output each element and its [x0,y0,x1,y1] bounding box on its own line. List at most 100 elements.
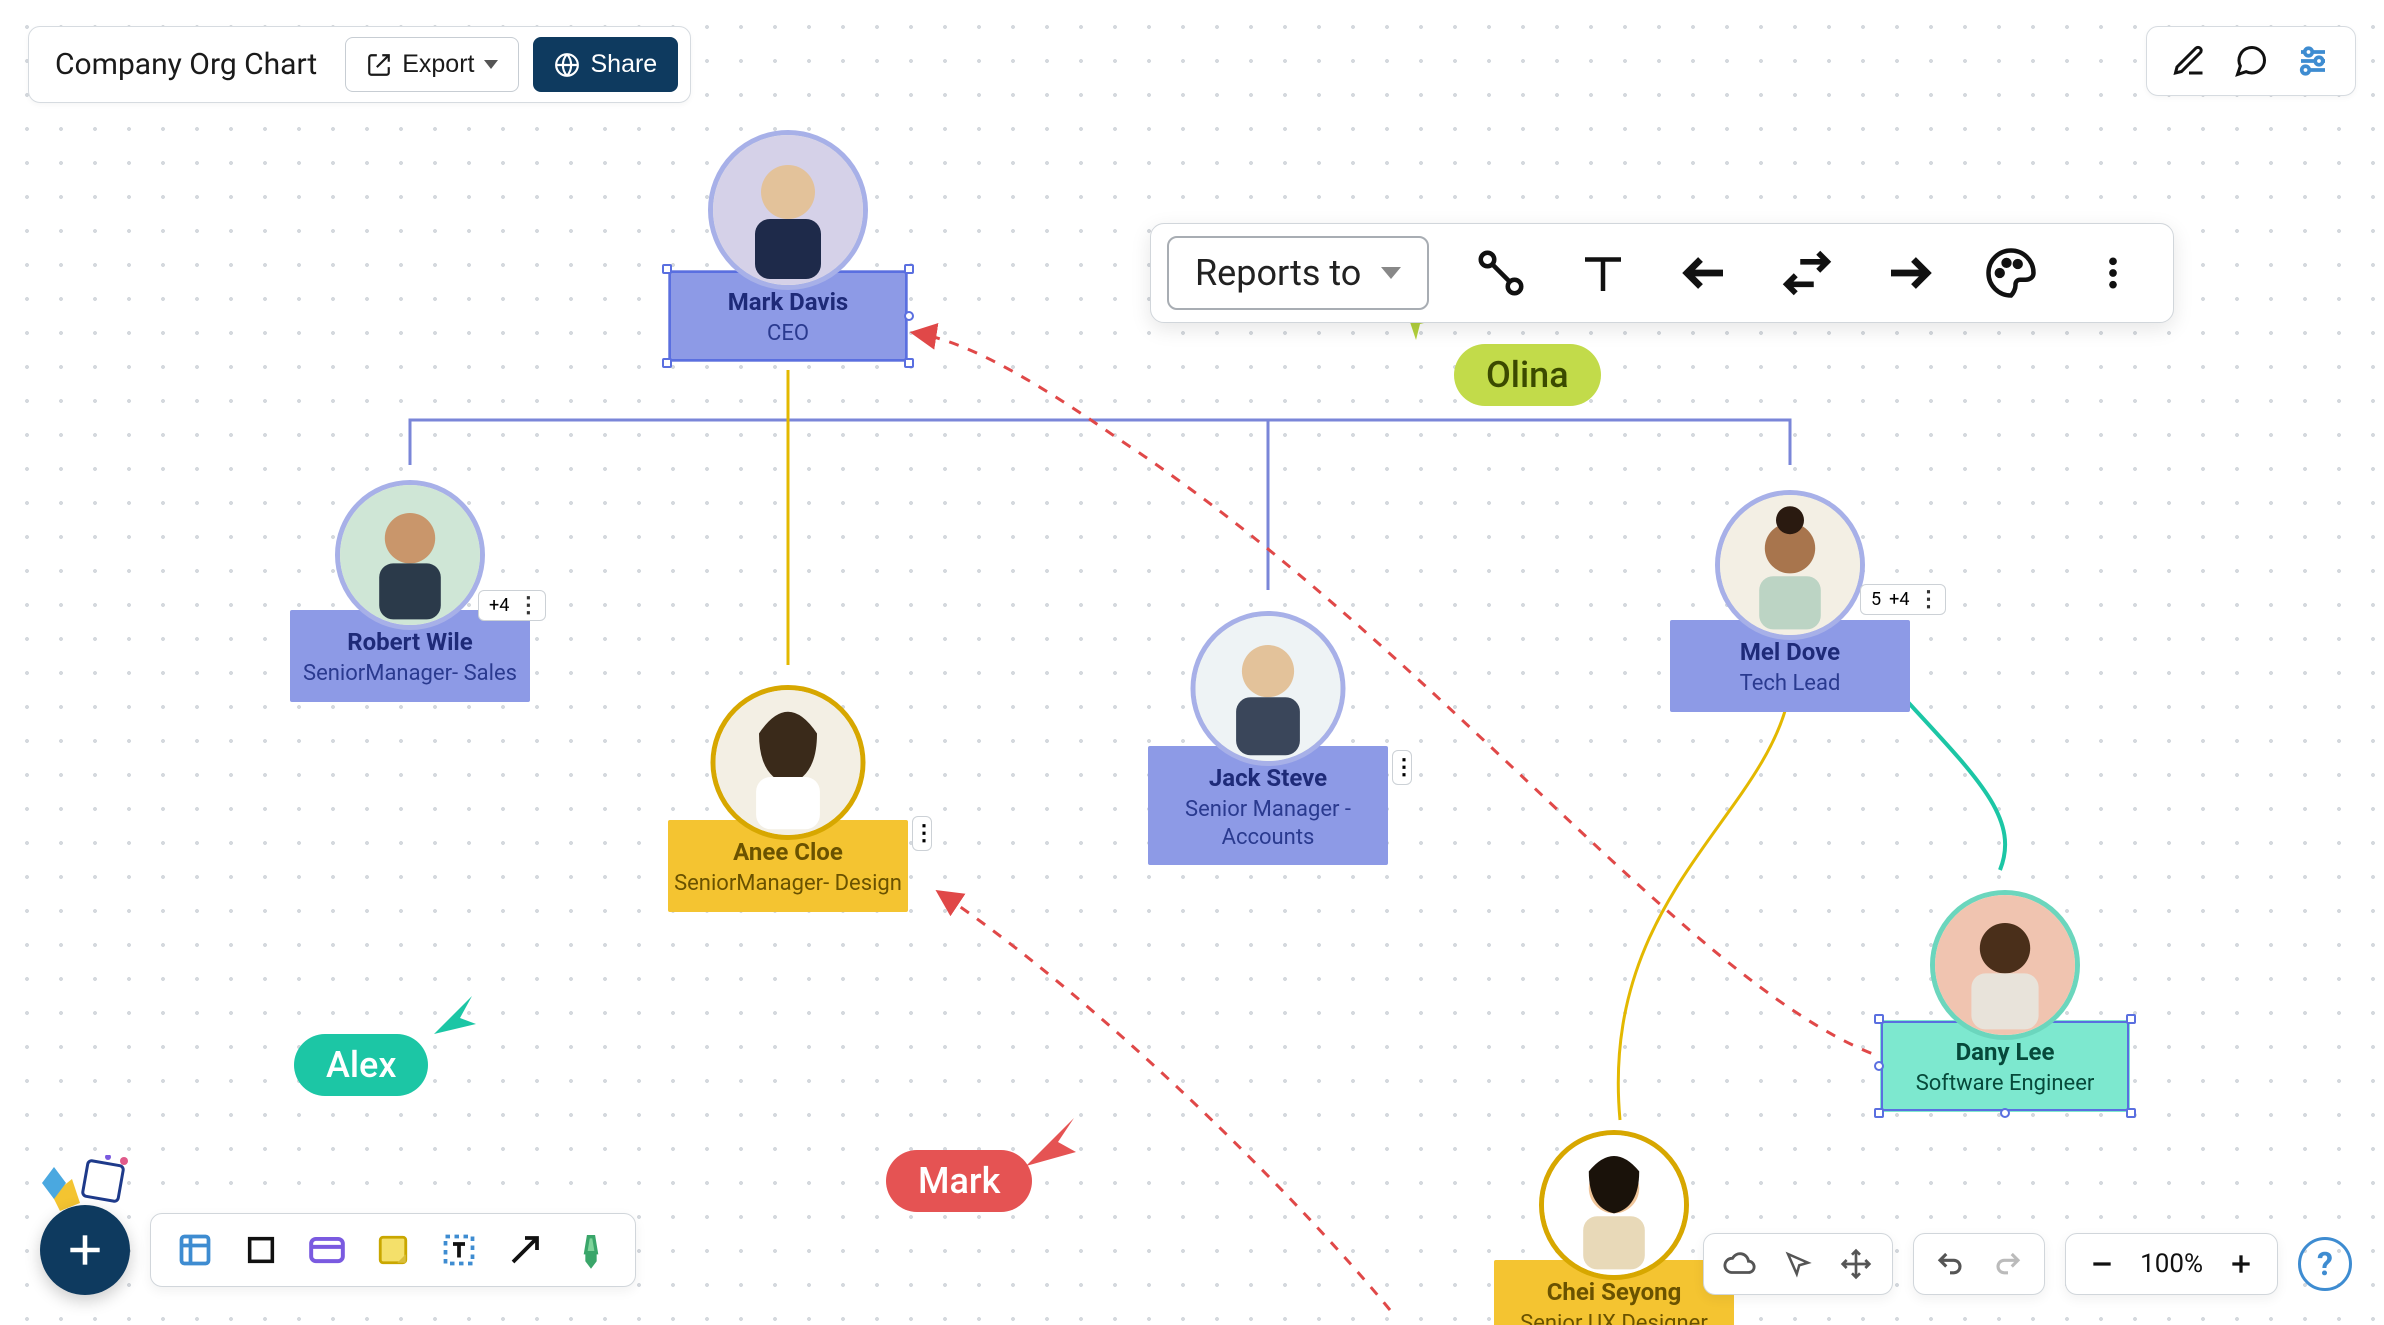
card-icon [308,1235,346,1265]
arrow-right-button[interactable] [1879,243,1939,303]
node-name: Jack Steve [1148,764,1388,792]
swap-icon [1780,246,1834,300]
line-style-button[interactable] [1471,243,1531,303]
chevron-down-icon [1381,267,1401,279]
top-toolbar: Company Org Chart Export Share [28,26,691,103]
node-robert-badge[interactable]: +4 ⋮ [478,590,546,621]
add-button[interactable] [40,1205,130,1295]
cloud-sync-button[interactable] [1720,1244,1760,1284]
tool-shape[interactable] [239,1228,283,1272]
node-role: Senior Manager - Accounts [1148,796,1388,851]
node-role: Software Engineer [1880,1070,2130,1098]
collab-pill-mark: Mark [886,1150,1032,1212]
bottom-right-toolbar: 100% ? [1703,1233,2352,1295]
avatar [1539,1130,1689,1280]
redo-button[interactable] [1988,1244,2028,1284]
sliders-icon [2295,43,2331,79]
dots-vertical-icon [2093,246,2133,300]
move-button[interactable] [1836,1244,1876,1284]
node-anee-more[interactable]: ⋮ [912,816,932,851]
plus-icon [63,1228,107,1272]
zoom-level[interactable]: 100% [2140,1249,2203,1279]
node-role: Tech Lead [1670,670,1910,698]
cursor-alex [428,990,480,1042]
node-dany[interactable]: Dany Lee Software Engineer [1880,1020,2130,1112]
node-role: SeniorManager- Design [668,870,908,898]
move-icon [1840,1248,1872,1280]
arrow-icon [507,1232,543,1268]
node-ceo[interactable]: Mark Davis CEO [668,270,908,362]
relation-select[interactable]: Reports to [1167,236,1429,310]
swap-direction-button[interactable] [1777,243,1837,303]
pencil-square-icon [2171,43,2207,79]
pointer-button[interactable] [1778,1244,1818,1284]
badge-count: 5 [1871,589,1881,610]
question-icon: ? [2317,1245,2333,1283]
highlighter-icon [575,1231,607,1269]
zoom-out-button[interactable] [2082,1244,2122,1284]
help-button[interactable]: ? [2298,1237,2352,1291]
zoom-in-button[interactable] [2221,1244,2261,1284]
tool-pen[interactable] [569,1228,613,1272]
node-robert[interactable]: Robert Wile SeniorManager- Sales [290,610,530,702]
text-tool-icon [441,1232,477,1268]
undo-icon [1935,1249,1965,1279]
arrow-left-button[interactable] [1675,243,1735,303]
minus-icon [2089,1251,2115,1277]
node-anee[interactable]: Anee Cloe SeniorManager- Design [668,820,908,912]
undo-button[interactable] [1930,1244,1970,1284]
color-button[interactable] [1981,243,2041,303]
node-role: Senior UX Designer [1494,1310,1734,1325]
share-button[interactable]: Share [533,37,678,92]
tool-text[interactable] [437,1228,481,1272]
avatar [1930,890,2080,1040]
cursor-mark [1020,1112,1080,1172]
share-label: Share [590,50,657,79]
node-name: Dany Lee [1880,1038,2130,1066]
badge-plus: +4 [1889,589,1909,610]
tool-frame[interactable] [173,1228,217,1272]
node-name: Robert Wile [290,628,530,656]
frame-icon [177,1232,213,1268]
avatar [335,480,485,630]
comments-button[interactable] [2231,41,2271,81]
context-toolbar[interactable]: Reports to [1150,223,2174,323]
bottom-left-toolbar [40,1205,636,1295]
history-controls [1913,1233,2045,1295]
collab-pill-olina: Olina [1454,344,1601,406]
relation-select-value: Reports to [1195,252,1361,294]
node-jack[interactable]: Jack Steve Senior Manager - Accounts [1148,746,1388,865]
edit-button[interactable] [2169,41,2209,81]
node-mel-badge[interactable]: 5 +4 ⋮ [1860,584,1946,615]
node-role: CEO [668,320,908,348]
node-role: SeniorManager- Sales [290,660,530,688]
export-button[interactable]: Export [345,37,519,92]
text-icon [1576,246,1630,300]
node-jack-more[interactable]: ⋮ [1392,750,1412,785]
more-button[interactable] [2083,243,2143,303]
settings-button[interactable] [2293,41,2333,81]
view-controls [1703,1233,1893,1295]
text-button[interactable] [1573,243,1633,303]
tool-sticky[interactable] [371,1228,415,1272]
node-mel[interactable]: Mel Dove Tech Lead [1670,620,1910,712]
avatar [1191,611,1346,766]
node-name: Chei Seyong [1494,1278,1734,1306]
export-icon [366,52,392,78]
palette-icon [1984,246,2038,300]
tool-card[interactable] [305,1228,349,1272]
arrow-left-icon [1678,246,1732,300]
chat-bubble-icon [2233,43,2269,79]
sticky-note-icon [376,1233,410,1267]
avatar [711,685,866,840]
zoom-controls: 100% [2065,1233,2278,1295]
redo-icon [1993,1249,2023,1279]
collab-pill-alex: Alex [294,1034,428,1096]
node-chei[interactable]: Chei Seyong Senior UX Designer [1494,1260,1734,1325]
dots-vertical-icon[interactable]: ⋮ [517,597,539,615]
dots-vertical-icon[interactable]: ⋮ [1917,591,1939,609]
connector-icon [1474,246,1528,300]
node-name: Anee Cloe [668,838,908,866]
document-title[interactable]: Company Org Chart [41,43,331,86]
tool-connector[interactable] [503,1228,547,1272]
